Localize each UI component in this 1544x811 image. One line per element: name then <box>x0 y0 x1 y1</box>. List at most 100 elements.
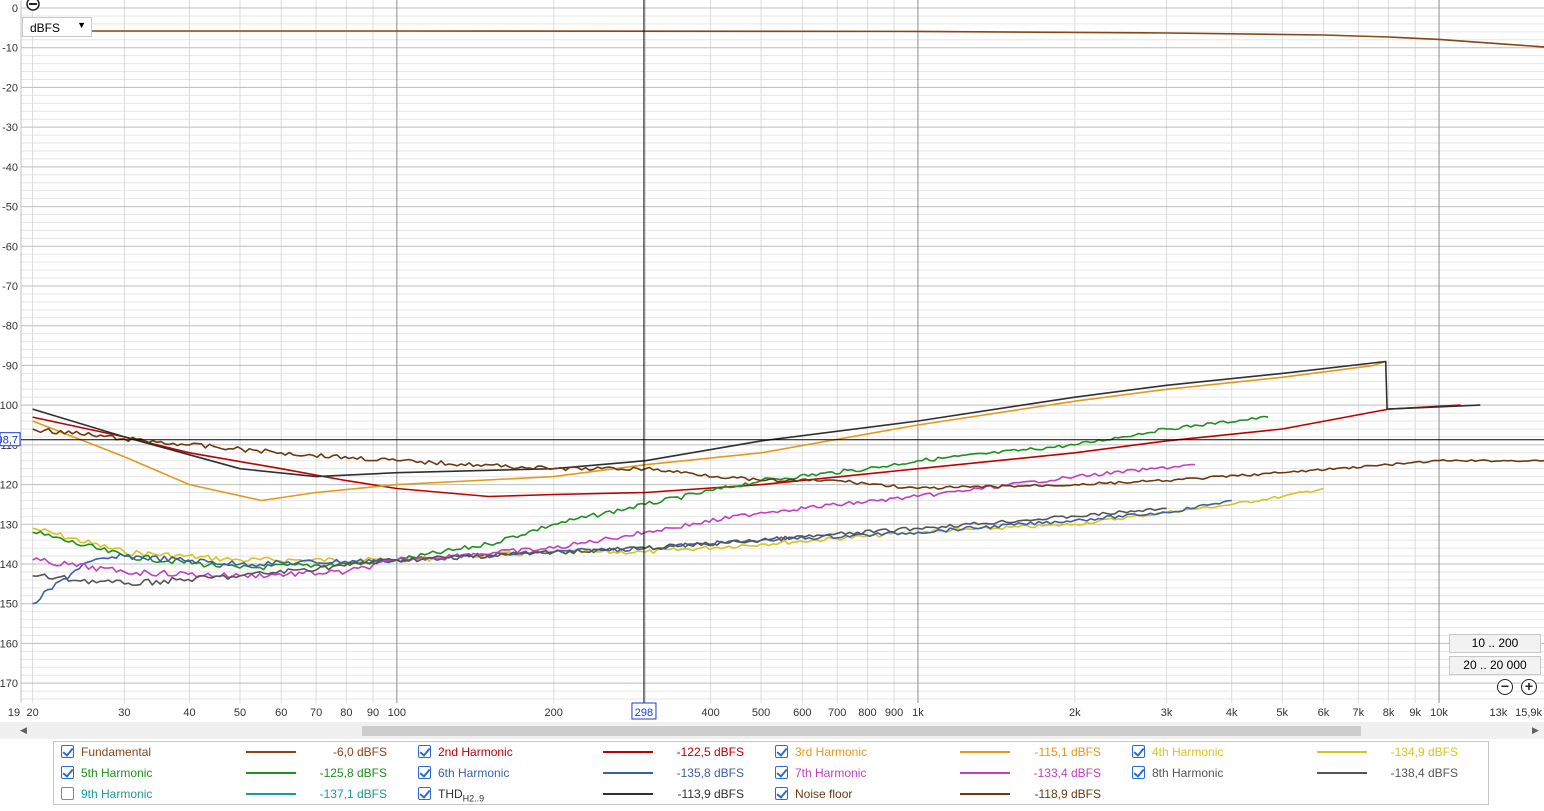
y-tick-label: -30 <box>2 122 18 134</box>
arrow-right-icon[interactable]: ▶ <box>1532 725 1539 736</box>
legend-label: 6th Harmonic <box>438 766 510 780</box>
legend-label: 9th Harmonic <box>81 787 153 801</box>
x-tick-label: 3k <box>1161 707 1173 719</box>
legend-label: 5th Harmonic <box>81 766 153 780</box>
y-tick-label: 140 <box>0 559 18 571</box>
legend-swatch <box>1317 772 1367 774</box>
x-tick-label: 9k <box>1409 707 1421 719</box>
y-tick-label: 0 <box>12 3 18 15</box>
x-tick-label: 80 <box>340 707 352 719</box>
checkbox-icon[interactable] <box>1132 745 1145 758</box>
x-tick-label: 100 <box>388 707 406 719</box>
y-tick-label: 150 <box>0 599 18 611</box>
checkbox-icon[interactable] <box>418 766 431 779</box>
range-20-20000-button[interactable]: 20 .. 20 000 <box>1449 656 1541 675</box>
y-tick-label: -90 <box>2 360 18 372</box>
checkbox-icon[interactable] <box>775 787 788 800</box>
y-tick-label: -10 <box>2 43 18 55</box>
legend-value: -125,8 dBFS <box>319 766 387 780</box>
x-tick-label: 15,9k <box>1515 707 1542 719</box>
legend-swatch <box>246 772 296 774</box>
y-tick-label: 160 <box>0 638 18 650</box>
legend-label: 7th Harmonic <box>795 766 867 780</box>
y-tick-label: -60 <box>2 241 18 253</box>
chart[interactable]: 0-10-20-30-40-50-60-70-80-90100110120130… <box>0 0 1544 722</box>
legend-value: -134,9 dBFS <box>1390 745 1458 759</box>
checkbox-icon[interactable] <box>775 766 788 779</box>
legend-swatch <box>1317 751 1367 753</box>
x-tick-label: 200 <box>545 707 563 719</box>
checkbox-icon[interactable] <box>775 745 788 758</box>
legend-value: -115,1 dBFS <box>1034 745 1101 759</box>
zoom-in-icon[interactable]: + <box>1521 679 1537 695</box>
cursor-x-label: 298 <box>635 707 653 719</box>
checkbox-icon[interactable] <box>418 745 431 758</box>
legend-label: 3rd Harmonic <box>795 745 868 759</box>
chevron-down-icon: ▼ <box>77 20 86 30</box>
x-tick-label: 8k <box>1383 707 1395 719</box>
x-tick-label: 700 <box>828 707 846 719</box>
y-tick-label: -40 <box>2 162 18 174</box>
checkbox-icon[interactable] <box>61 766 74 779</box>
y-tick-label: -80 <box>2 321 18 333</box>
x-tick-label: 90 <box>367 707 379 719</box>
x-tick-label: 10k <box>1430 707 1448 719</box>
x-tick-label: 800 <box>858 707 876 719</box>
legend-swatch <box>603 772 653 774</box>
x-tick-label: 900 <box>885 707 903 719</box>
y-tick-label: 130 <box>0 519 18 531</box>
x-tick-label: 20 <box>26 707 38 719</box>
legend-value: -133,4 dBFS <box>1033 766 1101 780</box>
checkbox-icon[interactable] <box>418 787 431 800</box>
checkbox-icon[interactable] <box>61 745 74 758</box>
legend-swatch <box>960 793 1010 795</box>
unit-dropdown[interactable]: dBFS ▼ <box>22 17 92 37</box>
x-tick-label: 60 <box>275 707 287 719</box>
legend-panel: Fundamental -6,0 dBFS 2nd Harmonic -122,… <box>53 741 1489 805</box>
y-tick-label: 170 <box>0 678 18 690</box>
range-10-200-button[interactable]: 10 .. 200 <box>1449 634 1541 653</box>
checkbox-icon[interactable] <box>1132 766 1145 779</box>
legend-label: 4th Harmonic <box>1152 745 1224 759</box>
arrow-left-icon[interactable]: ◀ <box>20 725 27 736</box>
legend-swatch <box>960 751 1010 753</box>
minimize-icon[interactable] <box>26 0 40 11</box>
legend-swatch <box>246 793 296 795</box>
x-tick-label: 13k <box>1490 707 1508 719</box>
x-tick-label: 30 <box>118 707 130 719</box>
legend-swatch <box>603 793 653 795</box>
x-tick-label: 600 <box>793 707 811 719</box>
legend-label: Noise floor <box>795 787 853 801</box>
x-tick-label: 1k <box>912 707 924 719</box>
legend-label: THDH2..9 <box>438 787 485 804</box>
horizontal-scrollbar[interactable]: ◀ ▶ <box>0 722 1544 739</box>
cursor-y-label: 98,7 <box>0 435 18 447</box>
legend-value: -138,4 dBFS <box>1390 766 1458 780</box>
legend-label: 2nd Harmonic <box>438 745 513 759</box>
scrollbar-thumb[interactable] <box>362 726 1361 736</box>
checkbox-icon[interactable] <box>61 787 74 800</box>
x-tick-label: 70 <box>310 707 322 719</box>
x-tick-label: 7k <box>1353 707 1365 719</box>
y-tick-label: -20 <box>2 82 18 94</box>
legend-value: -113,9 dBFS <box>677 787 744 801</box>
x-tick-label: 2k <box>1069 707 1081 719</box>
y-tick-label: -70 <box>2 281 18 293</box>
legend-swatch <box>603 751 653 753</box>
y-tick-label: 100 <box>0 400 18 412</box>
legend-value: -118,9 dBFS <box>1034 787 1101 801</box>
legend-value: -135,8 dBFS <box>676 766 744 780</box>
x-tick-label: 50 <box>234 707 246 719</box>
legend-label: Fundamental <box>81 745 152 759</box>
y-tick-label: -50 <box>2 202 18 214</box>
legend-value: -137,1 dBFS <box>319 787 387 801</box>
legend-swatch <box>960 772 1010 774</box>
legend-value: -6,0 dBFS <box>332 745 387 759</box>
zoom-out-icon[interactable]: − <box>1497 679 1513 695</box>
legend-label: 8th Harmonic <box>1152 766 1224 780</box>
x-tick-label: 4k <box>1226 707 1238 719</box>
x-tick-label: 6k <box>1318 707 1330 719</box>
unit-dropdown-label: dBFS <box>30 21 61 35</box>
y-tick-label: 120 <box>0 480 18 492</box>
x-tick-label: 400 <box>701 707 719 719</box>
